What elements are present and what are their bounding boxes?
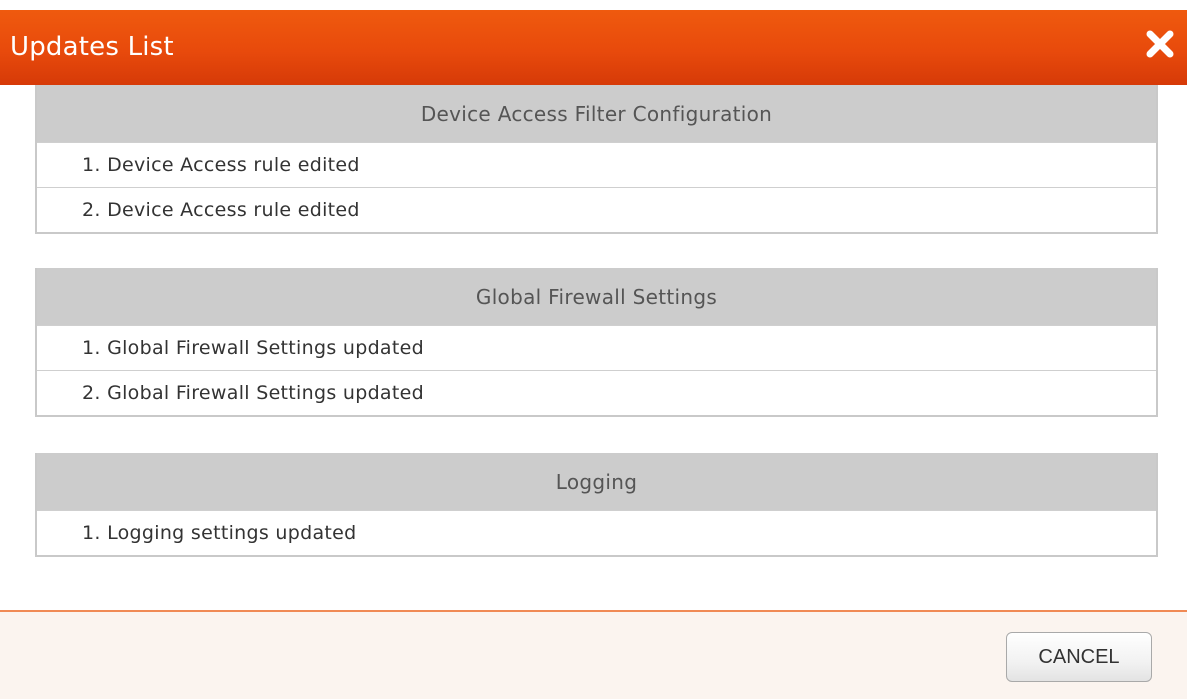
dialog-header: Updates List	[0, 10, 1187, 85]
dialog-footer: CANCEL	[0, 610, 1187, 699]
updates-content: Device Access Filter Configuration 1. De…	[0, 85, 1187, 610]
list-item: 1. Device Access rule edited	[37, 142, 1156, 187]
section-logging: Logging 1. Logging settings updated	[35, 453, 1158, 557]
close-button[interactable]	[1143, 27, 1177, 61]
list-item: 2. Global Firewall Settings updated	[37, 370, 1156, 415]
section-global-firewall-settings: Global Firewall Settings 1. Global Firew…	[35, 268, 1158, 417]
section-device-access-filter: Device Access Filter Configuration 1. De…	[35, 85, 1158, 234]
dialog-title: Updates List	[10, 32, 174, 62]
list-item: 1. Global Firewall Settings updated	[37, 325, 1156, 370]
section-title: Global Firewall Settings	[37, 268, 1156, 325]
list-item: 1. Logging settings updated	[37, 510, 1156, 555]
updates-list-dialog: Updates List Device Access Filter Config…	[0, 0, 1187, 699]
section-title: Logging	[37, 453, 1156, 510]
cancel-button[interactable]: CANCEL	[1006, 632, 1152, 682]
list-item: 2. Device Access rule edited	[37, 187, 1156, 232]
section-title: Device Access Filter Configuration	[37, 85, 1156, 142]
close-icon	[1146, 30, 1174, 58]
